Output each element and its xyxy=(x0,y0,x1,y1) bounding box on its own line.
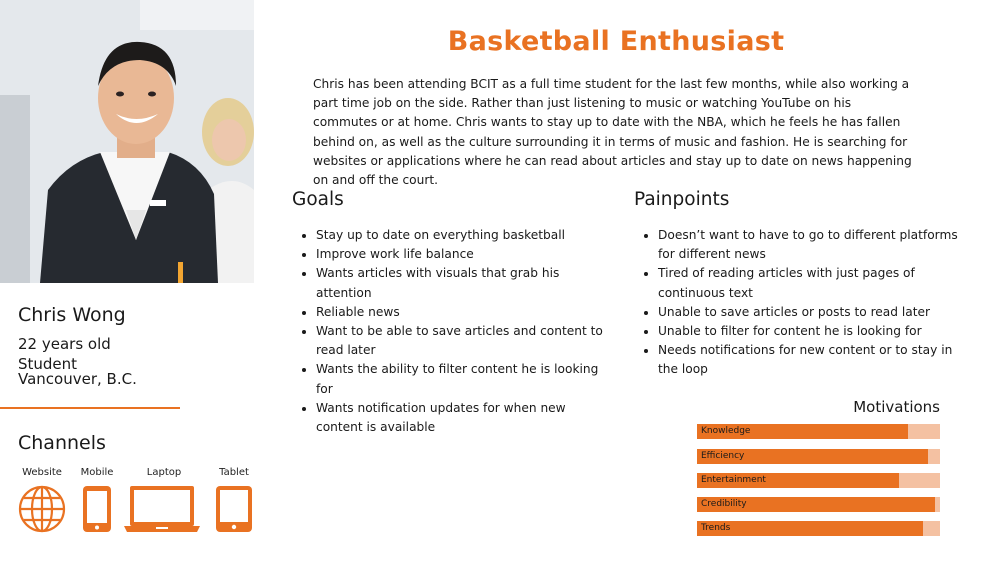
motivation-bar-entertainment: Entertainment xyxy=(697,473,940,488)
mobile-icon xyxy=(83,486,111,532)
persona-intro: Chris has been attending BCIT as a full … xyxy=(313,77,912,188)
list-item: Doesn’t want to have to go to different … xyxy=(658,226,968,264)
list-item: Wants the ability to filter content he i… xyxy=(316,360,606,398)
list-item: Needs notifications for new content or t… xyxy=(658,341,968,379)
list-item: Wants notification updates for when new … xyxy=(316,399,606,437)
list-item: Tired of reading articles with just page… xyxy=(658,264,968,302)
globe-icon xyxy=(18,485,66,533)
channel-label-website: Website xyxy=(22,467,62,478)
motivation-label: Entertainment xyxy=(701,475,766,485)
motivation-bar-credibility: Credibility xyxy=(697,497,940,512)
motivation-label: Knowledge xyxy=(701,426,751,436)
persona-photo-illustration xyxy=(0,0,254,283)
list-item: Stay up to date on everything basketball xyxy=(316,226,606,245)
list-item: Wants articles with visuals that grab hi… xyxy=(316,264,606,302)
list-item: Reliable news xyxy=(316,303,606,322)
goals-list: Stay up to date on everything basketball… xyxy=(294,226,606,437)
list-item: Want to be able to save articles and con… xyxy=(316,322,606,360)
persona-name: Chris Wong xyxy=(18,304,126,326)
tablet-icon xyxy=(216,486,252,532)
channel-label-laptop: Laptop xyxy=(146,467,182,478)
goals-title: Goals xyxy=(292,189,344,210)
motivations-title: Motivations xyxy=(853,398,940,416)
persona-location: Vancouver, B.C. xyxy=(18,370,137,388)
motivation-label: Credibility xyxy=(701,499,747,509)
channel-label-tablet: Tablet xyxy=(219,467,249,478)
list-item: Unable to save articles or posts to read… xyxy=(658,303,968,322)
channel-label-mobile: Mobile xyxy=(80,467,114,478)
channels-title: Channels xyxy=(18,432,106,454)
motivation-label: Trends xyxy=(701,523,731,533)
laptop-icon xyxy=(124,486,200,532)
persona-title: Basketball Enthusiast xyxy=(447,26,785,57)
persona-photo xyxy=(0,0,254,283)
list-item: Unable to filter for content he is looki… xyxy=(658,322,968,341)
motivation-bar-trends: Trends xyxy=(697,521,940,536)
motivation-bar-efficiency: Efficiency xyxy=(697,449,940,464)
section-divider xyxy=(0,407,180,409)
motivation-bar-knowledge: Knowledge xyxy=(697,424,940,439)
motivation-label: Efficiency xyxy=(701,451,745,461)
persona-age: 22 years old xyxy=(18,335,111,353)
painpoints-title: Painpoints xyxy=(634,189,730,210)
painpoints-list: Doesn’t want to have to go to different … xyxy=(636,226,968,380)
motivation-fill xyxy=(697,521,923,536)
list-item: Improve work life balance xyxy=(316,245,606,264)
